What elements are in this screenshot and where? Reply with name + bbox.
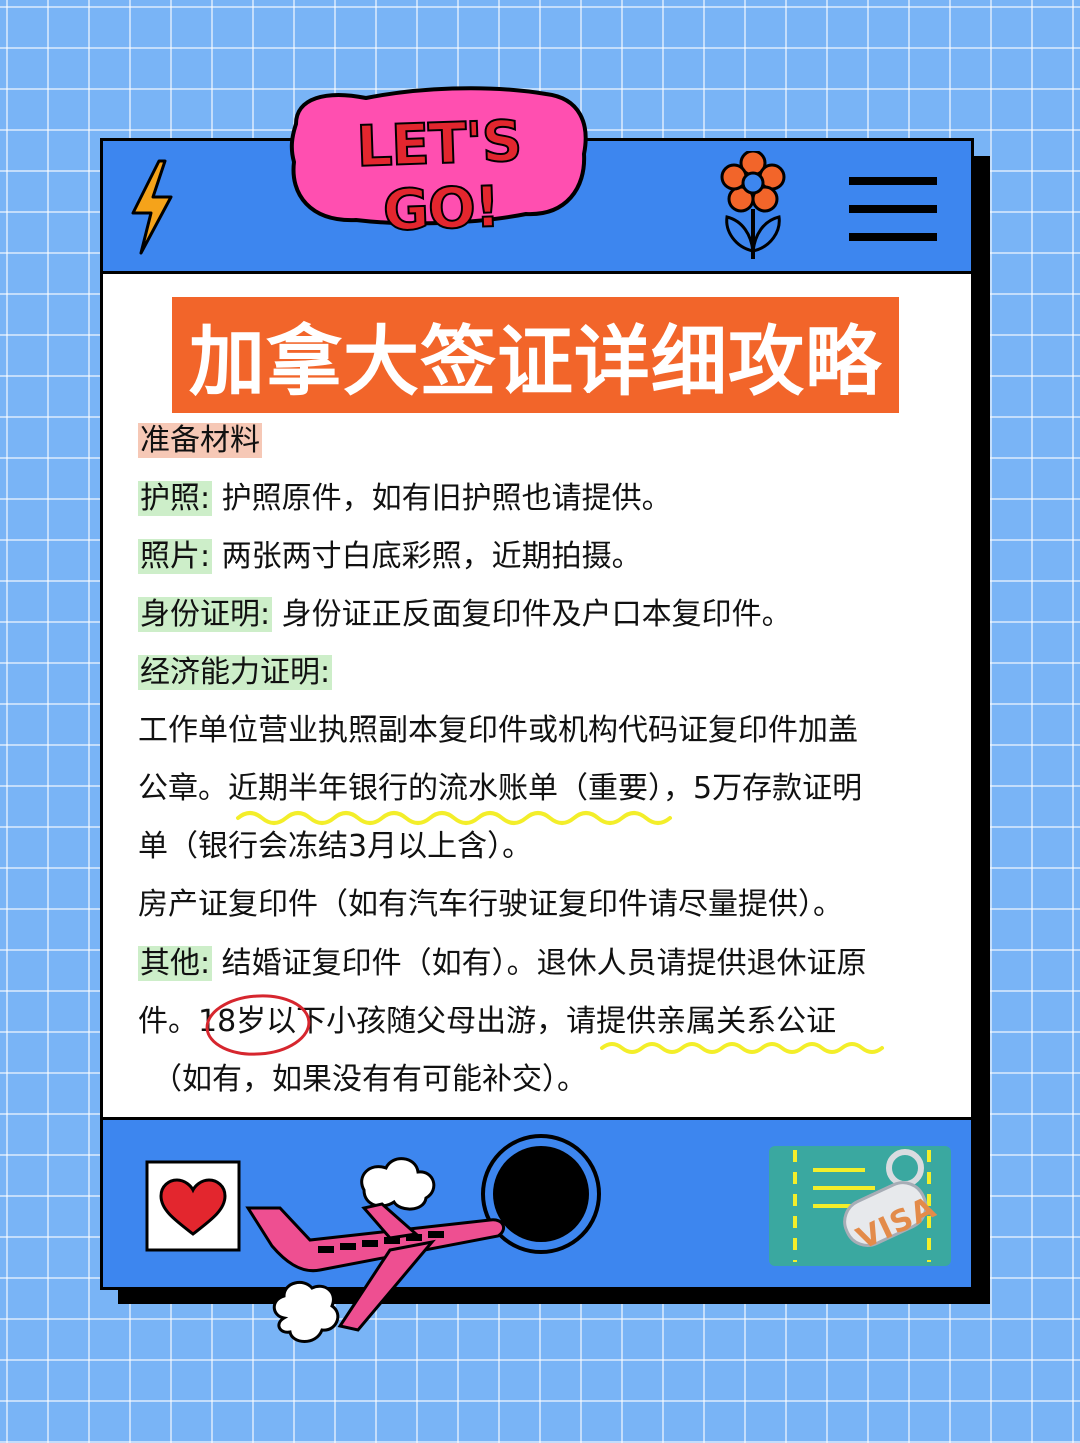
section-heading-row: 准备材料 (138, 419, 262, 463)
highlight-circle (205, 994, 311, 1056)
lightning-icon (131, 159, 173, 255)
card-footer: VISA (103, 1117, 971, 1287)
section-heading: 准备材料 (138, 423, 262, 458)
item-text: 结婚证复印件（如有）。退休人员请提供退休证原 (221, 946, 867, 981)
title-banner: 加拿大签证详细攻略 (172, 297, 899, 413)
finance-line: 公章。近期半年银行的流水账单（重要），5万存款证明 (138, 771, 863, 806)
list-item: 经济能力证明: (138, 651, 333, 695)
other-line: （如有，如果没有有可能补交）。 (152, 1062, 587, 1097)
heart-icon (145, 1160, 241, 1252)
finance-line: 工作单位营业执照副本复印件或机构代码证复印件加盖 (138, 713, 858, 748)
highlight-squiggle (600, 1042, 884, 1054)
item-text: 护照原件，如有旧护照也请提供。 (221, 481, 672, 516)
finance-line: 单（银行会冻结3月以上含）。 (138, 829, 533, 864)
finance-line: 房产证复印件（如有汽车行驶证复印件请尽量提供）。 (138, 887, 843, 922)
logo-text: LET'S GO! (354, 108, 523, 245)
item-label: 其他: (138, 946, 213, 981)
item-label: 身份证明: (138, 597, 273, 632)
list-item-other: 其他: 结婚证复印件（如有）。退休人员请提供退休证原 (138, 942, 867, 986)
item-text: 身份证正反面复印件及户口本复印件。 (281, 597, 792, 632)
item-label: 经济能力证明: (138, 655, 333, 690)
list-item: 身份证明: 身份证正反面复印件及户口本复印件。 (138, 593, 792, 637)
airplane-icon (245, 1157, 506, 1343)
item-label: 照片: (138, 539, 213, 574)
item-text: 两张两寸白底彩照，近期拍摄。 (221, 539, 642, 574)
list-item: 照片: 两张两寸白底彩照，近期拍摄。 (138, 535, 642, 579)
item-label: 护照: (138, 481, 213, 516)
cloud-icon (360, 1157, 436, 1211)
highlight-squiggle (236, 811, 672, 825)
hamburger-menu-icon[interactable] (849, 177, 937, 243)
page-title: 加拿大签证详细攻略 (189, 317, 882, 406)
flower-icon (720, 151, 786, 259)
list-item: 护照: 护照原件，如有旧护照也请提供。 (138, 477, 672, 521)
